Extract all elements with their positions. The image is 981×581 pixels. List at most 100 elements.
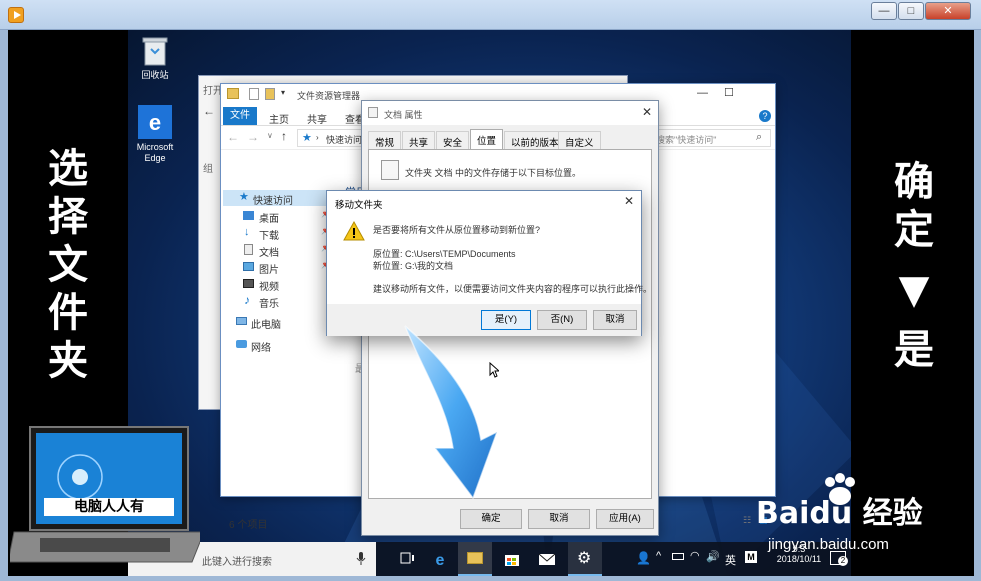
baidu-jingyan-watermark: Baidu 经验 jingyan.baidu.com xyxy=(756,472,974,572)
nav-videos-label: 视频 xyxy=(259,282,279,293)
apply-button[interactable]: 应用(A) xyxy=(596,509,654,529)
task-view-icon[interactable] xyxy=(398,550,416,568)
battery-icon[interactable] xyxy=(672,553,684,560)
document-folder-icon xyxy=(381,160,399,180)
document-icon xyxy=(244,244,253,255)
properties-icon[interactable] xyxy=(249,88,259,100)
tab-customize[interactable]: 自定义 xyxy=(558,131,601,149)
watermark-brand: Baidu 经验 xyxy=(756,496,923,531)
maximize-button[interactable]: □ xyxy=(898,2,924,20)
close-button[interactable]: ✕ xyxy=(925,2,971,20)
logo-text: 电脑人人有 xyxy=(74,499,144,515)
nav-item-videos[interactable]: 视频 xyxy=(243,277,333,293)
help-icon[interactable]: ? xyxy=(759,110,771,122)
people-icon[interactable]: 👤 xyxy=(636,551,651,565)
nav-desktop-label: 桌面 xyxy=(259,214,279,225)
caption-char: 定 xyxy=(894,206,934,253)
nav-item-quick-access[interactable]: ★ 快速访问 xyxy=(223,190,333,207)
explorer-maximize-button[interactable]: ☐ xyxy=(724,86,734,99)
move-folder-dialog[interactable]: 移动文件夹 ✕ 是否要将所有文件从原位置移动到新位置? 原位置: C:\User… xyxy=(326,190,652,336)
nav-network-label: 网络 xyxy=(251,343,271,354)
ribbon-tab-home[interactable]: 主页 xyxy=(269,111,289,126)
background-window-text: 组 xyxy=(203,164,213,175)
search-box[interactable]: 搜索"快速访问" ⌕ xyxy=(651,129,771,147)
gear-icon: ⚙ xyxy=(577,550,592,567)
player-app-icon xyxy=(8,7,24,23)
recent-dropdown-icon[interactable]: ∨ xyxy=(267,131,273,140)
move-dialog-close-icon[interactable]: ✕ xyxy=(624,194,634,208)
star-icon: ★ xyxy=(302,132,312,144)
caption-down-arrow: ▼ xyxy=(898,266,930,313)
properties-title: 文档 属性 xyxy=(384,110,423,120)
explorer-folder-icon xyxy=(467,552,483,564)
properties-titlebar: 文档 属性 ✕ xyxy=(362,101,658,125)
edge-taskbar-icon[interactable]: e xyxy=(431,550,449,568)
taskbar-search-placeholder: 此键入进行搜索 xyxy=(202,557,272,568)
show-hidden-icons[interactable]: ^ xyxy=(656,550,661,562)
nav-item-this-pc[interactable]: 此电脑 xyxy=(235,315,333,331)
address-text: 快速访问 xyxy=(326,135,363,145)
taskbar-settings-button[interactable]: ⚙ xyxy=(568,542,602,576)
nav-item-documents[interactable]: 文档 📌 xyxy=(243,243,333,259)
video-frame: 选 择 文 件 夹 回收站 e Microsoft Edge 打开 ← 组 ▾ … xyxy=(8,30,974,576)
nav-item-music[interactable]: ♪ 音乐 xyxy=(243,293,333,310)
move-cancel-button[interactable]: 取消 xyxy=(593,310,637,330)
network-icon xyxy=(236,340,247,348)
mail-icon[interactable] xyxy=(538,550,556,568)
taskbar-explorer-button[interactable] xyxy=(458,542,492,576)
tab-general[interactable]: 常规 xyxy=(368,131,402,149)
nav-item-downloads[interactable]: ↓ 下载 📌 xyxy=(243,226,333,242)
edge-label-1: Microsoft xyxy=(136,142,174,152)
edge-label-2: Edge xyxy=(144,153,166,163)
watermark-url: jingyan.baidu.com xyxy=(768,536,889,553)
explorer-minimize-button[interactable]: — xyxy=(697,87,708,99)
back-arrow-icon[interactable]: ← xyxy=(203,104,215,118)
wifi-icon[interactable]: ◠ xyxy=(690,549,700,562)
caption-char: 确 xyxy=(894,158,934,205)
up-icon[interactable]: ↑ xyxy=(281,129,287,143)
edge-shortcut[interactable]: e Microsoft Edge xyxy=(120,105,190,164)
picture-icon xyxy=(243,262,254,271)
properties-doc-icon xyxy=(368,107,378,118)
tab-previous-versions[interactable]: 以前的版本 xyxy=(504,131,566,149)
new-location: 新位置: G:\我的文档 xyxy=(373,261,454,271)
properties-close-icon[interactable]: ✕ xyxy=(642,105,652,119)
ribbon-tab-share[interactable]: 共享 xyxy=(307,111,327,126)
ime-indicator[interactable]: 英 xyxy=(725,552,736,568)
nav-quick-label: 快速访问 xyxy=(253,196,293,207)
quick-access-star-icon: ★ xyxy=(239,191,249,203)
back-icon[interactable]: ← xyxy=(227,130,239,144)
nav-downloads-label: 下载 xyxy=(259,231,279,242)
edge-icon: e xyxy=(138,105,172,139)
nav-item-desktop[interactable]: 桌面 📌 xyxy=(243,209,333,225)
ribbon-tab-file[interactable]: 文件 xyxy=(223,107,257,125)
desktop-folder-icon xyxy=(243,211,254,220)
nav-pc-label: 此电脑 xyxy=(251,320,281,331)
nav-item-pictures[interactable]: 图片 📌 xyxy=(243,260,333,276)
details-view-icon[interactable]: ☷ xyxy=(743,515,751,526)
nav-item-network[interactable]: 网络 xyxy=(235,338,333,354)
microphone-icon[interactable] xyxy=(356,552,366,566)
tab-share[interactable]: 共享 xyxy=(402,131,436,149)
new-folder-icon[interactable] xyxy=(265,88,275,100)
qat-dropdown-icon[interactable]: ▾ xyxy=(281,88,285,97)
tab-location[interactable]: 位置 xyxy=(470,129,504,149)
navigation-pane: ★ 快速访问 桌面 📌 ↓ 下载 📌 文档 📌 图片 📌 xyxy=(221,154,339,474)
search-placeholder: 搜索"快速访问" xyxy=(656,135,717,145)
store-icon[interactable] xyxy=(503,550,521,568)
caption-char: 选 xyxy=(48,145,88,192)
taskbar: 此键入进行搜索 e ⚙ 👤 ^ ◠ 🔊 英 M 9:3 2018/10/11 2 xyxy=(128,542,851,576)
recycle-bin[interactable]: 回收站 xyxy=(120,35,190,81)
nav-music-label: 音乐 xyxy=(259,299,279,310)
volume-icon[interactable]: 🔊 xyxy=(706,550,720,563)
nav-documents-label: 文档 xyxy=(259,248,279,259)
cancel-button[interactable]: 取消 xyxy=(528,509,590,529)
ok-button[interactable]: 确定 xyxy=(460,509,522,529)
no-button[interactable]: 否(N) xyxy=(537,310,587,330)
explorer-title: 文件资源管理器 xyxy=(297,91,361,101)
forward-icon[interactable]: → xyxy=(247,130,259,144)
minimize-button[interactable]: — xyxy=(871,2,897,20)
search-icon[interactable]: ⌕ xyxy=(756,131,762,144)
folder-icon xyxy=(227,88,239,99)
tab-security[interactable]: 安全 xyxy=(436,131,470,149)
